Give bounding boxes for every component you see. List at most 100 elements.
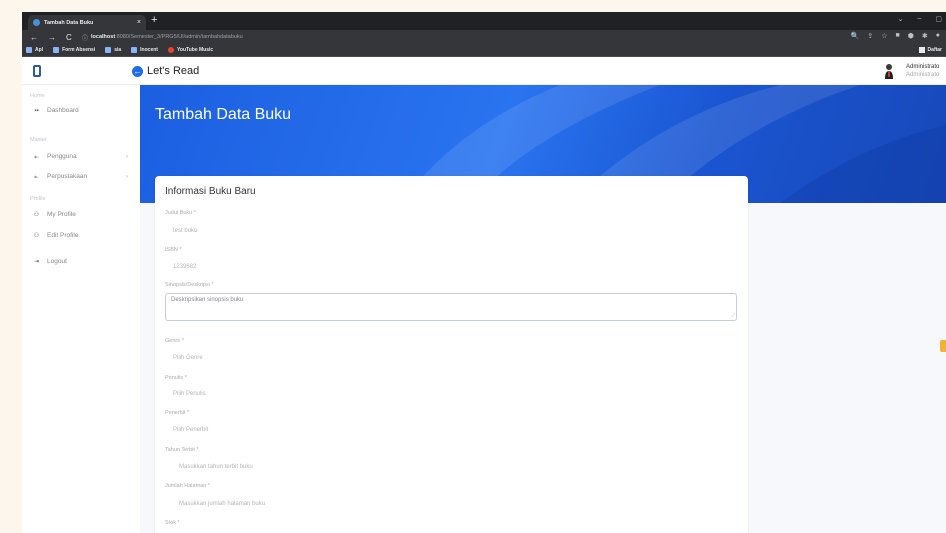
forward-nav-icon[interactable]: →: [48, 33, 58, 42]
sinopsis-placeholder: Deskripsikan sinopsis buku: [171, 297, 244, 303]
app-header: ← Let's Read Administrato Administrato: [22, 58, 946, 85]
page-title: Tambah Data Buku: [155, 106, 292, 123]
stok-label: Stok *: [165, 520, 180, 526]
sidebar-item-label: Dashboard: [47, 107, 79, 114]
penerbit-label: Penerbit *: [165, 410, 190, 416]
form-card: Informasi Buku Baru Judul Buku * test bu…: [155, 176, 748, 533]
library-icon: ⁎.: [34, 174, 39, 180]
extension-icon[interactable]: ■: [896, 32, 900, 40]
sidebar-item-label: My Profile: [47, 211, 76, 218]
users-icon: ⁎.: [34, 154, 39, 160]
user-name: Administrato: [906, 64, 940, 70]
minimize-button[interactable]: –: [917, 15, 921, 23]
sidebar-item-label: Perpustakaan: [47, 173, 88, 180]
url-host: localhost: [91, 34, 116, 40]
back-nav-icon[interactable]: ←: [30, 33, 40, 42]
sidebar-item-dashboard[interactable]: ▪▪ Dashboard: [32, 107, 132, 114]
bookmark-label: Apl: [35, 47, 44, 53]
sidebar-section-master: Master: [30, 137, 47, 143]
bookmark-label: Form Absensi: [62, 47, 96, 53]
isbn-label: ISBN *: [165, 247, 182, 253]
reading-list-button[interactable]: Daftar: [918, 47, 942, 53]
isbn-input[interactable]: 1239682: [173, 264, 196, 270]
user-avatar-icon[interactable]: [884, 63, 894, 80]
sidebar-item-my-profile[interactable]: ⚇ My Profile: [32, 211, 132, 218]
penulis-label: Penulis *: [165, 375, 187, 381]
sidebar-item-label: Logout: [47, 258, 67, 265]
bookmark-label: sia: [114, 47, 122, 53]
sidebar-item-perpustakaan[interactable]: ⁎. Perpustakaan ›: [32, 173, 132, 180]
sidebar-section-profile: Profile: [30, 196, 46, 202]
sinopsis-textarea[interactable]: Deskripsikan sinopsis buku ⟋: [165, 293, 737, 321]
window-controls: ⌄ – ▢: [898, 15, 942, 23]
penulis-select[interactable]: Pilih Penulis: [173, 391, 206, 397]
form-title: Informasi Buku Baru: [165, 186, 256, 197]
bookmark-label: Inocent: [140, 47, 158, 53]
user-role: Administrato: [906, 72, 940, 78]
tab-strip: Tambah Data Buku × + ⌄ – ▢: [22, 12, 946, 30]
list-icon: [918, 47, 925, 53]
penerbit-select[interactable]: Pilih Penerbit: [173, 427, 208, 433]
sidebar-item-label: Pengguna: [47, 153, 77, 160]
browser-tab-active[interactable]: Tambah Data Buku ×: [28, 15, 146, 30]
sidebar-item-edit-profile[interactable]: ⚇ Edit Profile: [32, 232, 132, 239]
extension-icon[interactable]: ⬢: [908, 32, 914, 40]
jumlah-halaman-label: Jumlah Halaman *: [165, 483, 210, 489]
address-bar-row: ← → C ⓘ localhost:8080/Semester_3/PRG5/U…: [22, 30, 946, 44]
bookmarks-bar: Apl Form Absensi sia Inocent YouTube Mus…: [22, 44, 946, 57]
jumlah-halaman-input[interactable]: Masukkan jumlah halaman buku: [179, 501, 265, 507]
user-info[interactable]: Administrato Administrato: [906, 63, 939, 79]
judul-buku-input[interactable]: test buku: [173, 228, 197, 234]
reload-icon[interactable]: C: [66, 33, 76, 42]
tab-favicon-icon: [33, 19, 40, 26]
new-tab-button[interactable]: +: [151, 14, 157, 26]
bookmark-icon: [105, 47, 112, 53]
browser-window: Tambah Data Buku × + ⌄ – ▢ ← → C ⓘ local…: [22, 12, 946, 533]
genre-label: Genre *: [165, 338, 184, 344]
sinopsis-label: Sinopsis/Deskripsi *: [165, 282, 214, 288]
bookmark-icon: [53, 47, 60, 53]
bookmark-youtube-music[interactable]: YouTube Music: [167, 47, 214, 53]
bookmark-inocent[interactable]: Inocent: [131, 47, 158, 53]
share-icon[interactable]: ⇪: [867, 32, 873, 40]
tahun-terbit-label: Tahun Terbit *: [165, 447, 199, 453]
bookmark-label: YouTube Music: [176, 47, 214, 53]
logout-icon: ⇥: [33, 259, 40, 265]
sidebar-item-logout[interactable]: ⇥ Logout: [32, 258, 132, 265]
bookmark-apl[interactable]: Apl: [26, 47, 43, 53]
apps-grid-icon: [26, 47, 32, 53]
app-root: ← Let's Read Administrato Administrato H…: [22, 58, 946, 533]
zoom-icon[interactable]: 🔍: [851, 32, 860, 40]
sidebar-section-home: Home: [30, 93, 45, 99]
tahun-terbit-input[interactable]: Masukkan tahun terbit buku: [179, 464, 253, 470]
floating-side-tab[interactable]: [940, 340, 946, 352]
extensions-puzzle-icon[interactable]: ✱: [922, 32, 928, 40]
resize-handle-icon[interactable]: ⟋: [731, 313, 735, 319]
sidebar-item-label: Edit Profile: [47, 232, 79, 239]
reading-list-label: Daftar: [927, 47, 942, 53]
sidebar-item-pengguna[interactable]: ⁎. Pengguna ›: [32, 153, 132, 160]
site-info-icon[interactable]: ⓘ: [82, 33, 88, 42]
youtube-music-icon: [167, 47, 174, 53]
chevron-right-icon: ›: [125, 153, 128, 160]
bookmark-star-icon[interactable]: ☆: [881, 32, 887, 40]
bookmark-form-absensi[interactable]: Form Absensi: [53, 47, 95, 53]
genre-select[interactable]: Pilih Genre: [173, 355, 203, 361]
sidebar: Home ▪▪ Dashboard Master ⁎. Pengguna › ⁎…: [22, 85, 140, 533]
maximize-button[interactable]: ▢: [935, 15, 942, 23]
dashboard-icon: ▪▪: [34, 107, 39, 114]
tab-search-icon[interactable]: ⌄: [898, 15, 904, 23]
app-logo-icon[interactable]: [33, 65, 41, 77]
edit-profile-icon: ⚇: [33, 233, 40, 239]
judul-buku-label: Judul Buku *: [165, 210, 196, 216]
toolbar-icons: 🔍 ⇪ ☆ ■ ⬢ ✱ ●: [851, 32, 940, 40]
bookmark-sia[interactable]: sia: [105, 47, 121, 53]
url-field[interactable]: ⓘ localhost:8080/Semester_3/PRG5/UI/admi…: [82, 32, 882, 43]
profile-icon: ⚇: [33, 212, 40, 218]
profile-avatar-icon[interactable]: ●: [936, 32, 940, 40]
chevron-right-icon: ›: [125, 173, 128, 180]
bookmark-icon: [131, 47, 138, 53]
tab-close-icon[interactable]: ×: [137, 19, 141, 26]
back-button[interactable]: ←: [132, 66, 143, 77]
brand-title: Let's Read: [147, 65, 200, 77]
